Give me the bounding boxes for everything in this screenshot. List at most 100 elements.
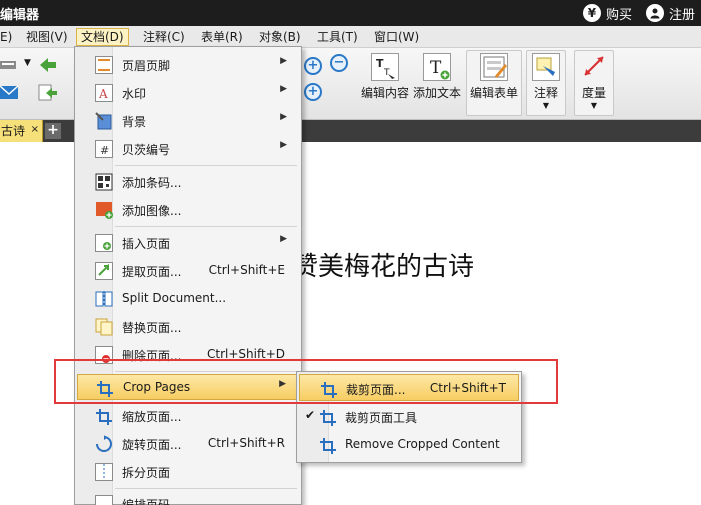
menu-form[interactable]: 表单(R) <box>197 28 247 46</box>
split-document-icon <box>95 290 113 308</box>
measure-button[interactable]: 度量 ▼ <box>576 53 612 110</box>
measure-icon <box>580 53 608 81</box>
menu-item-header-footer[interactable]: 页眉页脚 ▶ <box>77 52 299 78</box>
crop-icon <box>96 379 114 397</box>
measure-dropdown-icon[interactable]: ▼ <box>576 101 612 110</box>
tab-document[interactable]: 古诗 × <box>0 120 43 142</box>
menu-tools[interactable]: 工具(T) <box>313 28 362 46</box>
add-text-button[interactable]: T 添加文本 <box>412 53 462 101</box>
add-text-icon: T <box>423 53 451 81</box>
buy-button[interactable]: ¥ 购买 <box>582 4 632 23</box>
menu-comment[interactable]: 注释(C) <box>139 28 189 46</box>
checkmark-icon: ✔ <box>305 408 316 422</box>
header-footer-icon <box>95 56 113 74</box>
menu-separator <box>115 165 297 166</box>
tab-document-label: 古诗 <box>1 124 26 138</box>
add-image-icon <box>95 201 113 219</box>
add-text-label: 添加文本 <box>412 86 461 100</box>
submenu-item-crop-tool[interactable]: ✔ 裁剪页面工具 <box>299 403 519 430</box>
submenu-arrow-icon: ▶ <box>280 112 287 122</box>
menu-item-rotate-page[interactable]: 旋转页面... Ctrl+Shift+R <box>77 431 299 457</box>
split-page-icon <box>95 463 113 481</box>
titlebar-actions: ¥ 购买 注册 <box>582 1 695 25</box>
extract-page-icon <box>95 262 113 280</box>
menu-item-add-image[interactable]: 添加图像... <box>77 197 299 223</box>
svg-text:T: T <box>376 57 384 70</box>
menu-item-insert-page[interactable]: 插入页面 ▶ <box>77 230 299 256</box>
submenu-arrow-icon: ▶ <box>280 234 287 244</box>
register-label: 注册 <box>668 7 695 23</box>
menu-item-crop-pages[interactable]: Crop Pages ▶ <box>77 374 299 400</box>
menu-edit[interactable]: E) <box>0 28 16 46</box>
barcode-icon <box>95 173 113 191</box>
back-arrow-icon[interactable] <box>38 56 58 74</box>
menu-item-page-numbering[interactable]: 编排页码 <box>77 491 299 505</box>
submenu-arrow-icon: ▶ <box>280 84 287 94</box>
menu-item-background[interactable]: 背景 ▶ <box>77 108 299 134</box>
zoom-out-icon[interactable]: − <box>330 54 348 72</box>
annotate-label: 注释 <box>533 86 558 100</box>
forward-page-icon[interactable] <box>38 84 58 102</box>
register-button[interactable]: 注册 <box>645 4 695 23</box>
menu-object[interactable]: 对象(B) <box>255 28 305 46</box>
menu-separator <box>115 226 297 227</box>
toolbar-partial-icon-1[interactable] <box>0 56 20 74</box>
delete-page-icon <box>95 346 113 364</box>
zoom-in-icon[interactable]: + <box>304 57 322 75</box>
menu-document[interactable]: 文档(D) <box>76 28 129 46</box>
menu-separator <box>115 371 297 372</box>
document-menu-dropdown: 页眉页脚 ▶ A 水印 ▶ 背景 ▶ # 贝茨编号 ▶ 添加条码... 添加图像… <box>74 46 302 505</box>
annotate-icon <box>532 53 560 81</box>
menu-window[interactable]: 窗口(W) <box>370 28 423 46</box>
svg-text:A: A <box>98 87 108 101</box>
zoom-add-icon[interactable]: + <box>304 83 322 101</box>
menu-item-watermark[interactable]: A 水印 ▶ <box>77 80 299 106</box>
submenu-arrow-icon: ▶ <box>280 140 287 150</box>
submenu-arrow-icon: ▶ <box>279 379 286 389</box>
submenu-arrow-icon: ▶ <box>280 56 287 66</box>
menu-item-split-page[interactable]: 拆分页面 <box>77 459 299 485</box>
submenu-item-crop-page[interactable]: 裁剪页面... Ctrl+Shift+T <box>299 374 519 401</box>
edit-content-icon: TT <box>371 53 399 81</box>
edit-form-button[interactable]: 编辑表单 <box>468 53 520 101</box>
add-tab-button[interactable]: + <box>45 123 61 139</box>
crop-tool-icon <box>319 408 337 426</box>
menu-item-extract-page[interactable]: 提取页面... Ctrl+Shift+E <box>77 258 299 284</box>
annotate-button[interactable]: 注释 ▼ <box>528 53 564 110</box>
edit-content-button[interactable]: TT 编辑内容 <box>360 53 410 101</box>
menu-item-scale-page[interactable]: 缩放页面... <box>77 403 299 429</box>
submenu-item-remove-cropped[interactable]: Remove Cropped Content <box>299 431 519 458</box>
bates-numbering-icon: # <box>95 140 113 158</box>
chevron-down-icon[interactable]: ▼ <box>24 58 31 68</box>
crop-icon <box>320 380 338 398</box>
edit-form-icon <box>480 53 508 81</box>
menu-bar: E) 视图(V) 文档(D) 注释(C) 表单(R) 对象(B) 工具(T) 窗… <box>0 26 701 48</box>
svg-text:T: T <box>383 68 390 78</box>
edit-form-label: 编辑表单 <box>469 86 518 100</box>
measure-label: 度量 <box>581 86 606 100</box>
watermark-icon: A <box>95 84 113 102</box>
menu-item-split-document[interactable]: Split Document... <box>77 286 299 312</box>
replace-page-icon <box>95 318 113 336</box>
rotate-page-icon <box>95 435 113 453</box>
menu-item-add-barcode[interactable]: 添加条码... <box>77 169 299 195</box>
svg-text:#: # <box>100 144 109 157</box>
menu-item-bates-numbering[interactable]: # 贝茨编号 ▶ <box>77 136 299 162</box>
insert-page-icon <box>95 234 113 252</box>
buy-label: 购买 <box>605 7 632 23</box>
page-numbering-icon <box>95 495 113 505</box>
user-icon <box>645 4 664 22</box>
scale-page-icon <box>95 407 113 425</box>
remove-cropped-icon <box>319 436 337 454</box>
yen-icon: ¥ <box>582 4 601 22</box>
close-tab-icon[interactable]: × <box>31 119 39 141</box>
mail-icon[interactable] <box>0 84 20 102</box>
menu-view[interactable]: 视图(V) <box>22 28 72 46</box>
app-title: 编辑器 <box>0 8 40 23</box>
menu-item-delete-page[interactable]: 删除页面... Ctrl+Shift+D <box>77 342 299 368</box>
background-icon <box>95 112 113 130</box>
menu-item-replace-page[interactable]: 替换页面... <box>77 314 299 340</box>
document-title-text: 赞美梅花的古诗 <box>292 252 475 282</box>
menu-separator <box>115 488 297 489</box>
annotate-dropdown-icon[interactable]: ▼ <box>528 101 564 110</box>
